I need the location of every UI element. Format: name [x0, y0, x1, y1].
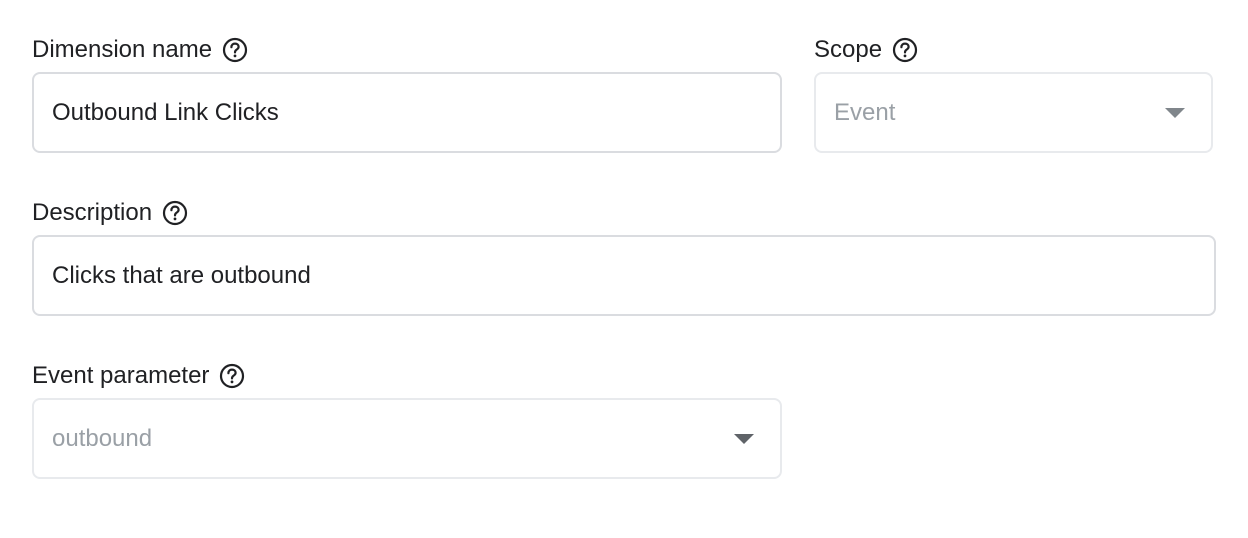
dimension-name-value: Outbound Link Clicks: [52, 98, 279, 126]
event-parameter-select[interactable]: outbound: [32, 398, 782, 479]
event-parameter-label-row: Event parameter: [32, 360, 245, 392]
help-circle-icon[interactable]: [219, 363, 245, 389]
event-parameter-selected-value: outbound: [52, 424, 153, 452]
help-circle-icon[interactable]: [892, 37, 918, 63]
chevron-down-icon: [734, 433, 754, 444]
scope-label-row: Scope: [814, 34, 918, 66]
dimension-name-label: Dimension name: [32, 36, 213, 63]
dimension-name-input[interactable]: Outbound Link Clicks: [32, 72, 782, 153]
scope-selected-value: Event: [834, 98, 896, 126]
help-circle-icon[interactable]: [222, 37, 248, 63]
chevron-down-icon: [1165, 107, 1185, 118]
event-parameter-label: Event parameter: [32, 362, 210, 389]
dimension-name-label-row: Dimension name: [32, 34, 248, 66]
description-label: Description: [32, 199, 153, 226]
description-input[interactable]: Clicks that are outbound: [32, 235, 1216, 316]
description-value: Clicks that are outbound: [52, 261, 311, 289]
scope-select[interactable]: Event: [814, 72, 1213, 153]
help-circle-icon[interactable]: [162, 200, 188, 226]
description-label-row: Description: [32, 197, 188, 229]
scope-label: Scope: [814, 36, 883, 63]
